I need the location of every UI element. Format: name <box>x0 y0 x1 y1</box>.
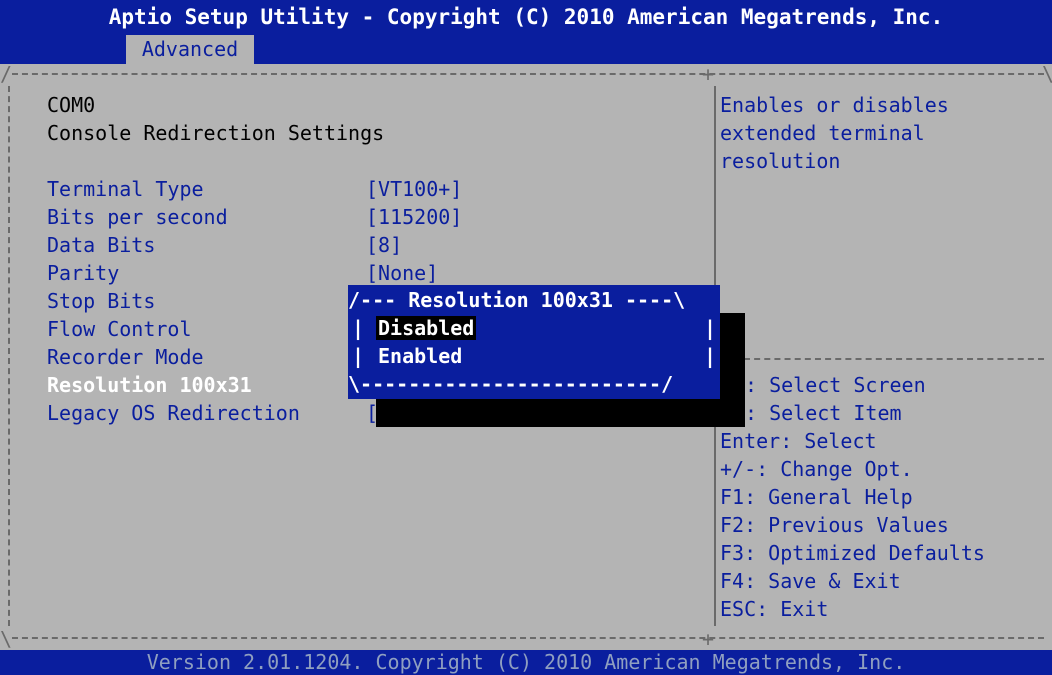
section-heading-com0: COM0 <box>47 93 96 117</box>
option-disabled[interactable]: Disabled <box>376 316 477 340</box>
setting-value-terminal-type[interactable]: [VT100+] <box>366 176 462 202</box>
popup-right-bar: | <box>704 344 717 368</box>
popup-title: /--- Resolution 100x31 ----\ <box>348 288 686 312</box>
popup-left-bar: | <box>352 316 365 340</box>
key-hint-select-screen: : Select Screen <box>745 373 926 397</box>
help-keys-separator <box>744 358 1044 360</box>
setting-label-recorder-mode[interactable]: Recorder Mode <box>47 344 204 370</box>
version-text: Version 2.01.1204. Copyright (C) 2010 Am… <box>146 650 906 674</box>
setting-label-terminal-type[interactable]: Terminal Type <box>47 176 204 202</box>
frame-top-border <box>12 73 1044 75</box>
footer-bar: Version 2.01.1204. Copyright (C) 2010 Am… <box>0 650 1052 675</box>
key-hint-change-opt: +/-: Change Opt. <box>720 457 913 481</box>
frame-junction-bottom: + <box>702 627 715 651</box>
setting-label-flow-control[interactable]: Flow Control <box>47 316 192 342</box>
help-text-line-3: resolution <box>720 149 841 173</box>
popup-bottom-border: \-------------------------/ <box>348 372 674 396</box>
key-hint-esc: ESC: Exit <box>720 597 829 621</box>
title-bar: Aptio Setup Utility - Copyright (C) 2010… <box>0 0 1052 64</box>
frame-junction-top: + <box>702 62 715 86</box>
frame-corner-top-right: \ <box>1042 64 1052 84</box>
help-text-line-1: Enables or disables <box>720 93 949 117</box>
setting-value-parity[interactable]: [None] <box>366 260 438 286</box>
setting-label-legacy-os-redirection[interactable]: Legacy OS Redirection <box>47 400 300 426</box>
key-hint-f4: F4: Save & Exit <box>720 569 901 593</box>
popup-right-bar: | <box>704 316 717 340</box>
app-title: Aptio Setup Utility - Copyright (C) 2010… <box>108 5 944 29</box>
setting-label-stop-bits[interactable]: Stop Bits <box>47 288 155 314</box>
setting-label-resolution-100x31[interactable]: Resolution 100x31 <box>47 372 252 398</box>
key-hint-f3: F3: Optimized Defaults <box>720 541 985 565</box>
frame-corner-bottom-left: \ <box>0 627 13 651</box>
tab-advanced[interactable]: Advanced <box>126 35 254 64</box>
frame-corner-top-left: / <box>0 62 13 86</box>
frame-bottom-border <box>12 637 1044 639</box>
help-text-line-2: extended terminal <box>720 121 925 145</box>
key-hint-select-item: : Select Item <box>745 401 902 425</box>
setting-label-parity[interactable]: Parity <box>47 260 119 286</box>
setting-label-data-bits[interactable]: Data Bits <box>47 232 155 258</box>
option-enabled[interactable]: Enabled <box>376 344 464 368</box>
popup-left-bar: | <box>352 344 365 368</box>
key-hint-f1: F1: General Help <box>720 485 913 509</box>
frame-left-border <box>8 86 10 626</box>
key-hint-f2: F2: Previous Values <box>720 513 949 537</box>
setting-value-data-bits[interactable]: [8] <box>366 232 402 258</box>
setting-label-bits-per-second[interactable]: Bits per second <box>47 204 228 230</box>
key-hint-enter: Enter: Select <box>720 429 877 453</box>
popup-shadow-bottom <box>376 399 745 427</box>
resolution-popup: /--- Resolution 100x31 ----\ | | Disable… <box>348 285 720 399</box>
setting-value-bits-per-second[interactable]: [115200] <box>366 204 462 230</box>
section-heading-console-redirection: Console Redirection Settings <box>47 121 385 145</box>
